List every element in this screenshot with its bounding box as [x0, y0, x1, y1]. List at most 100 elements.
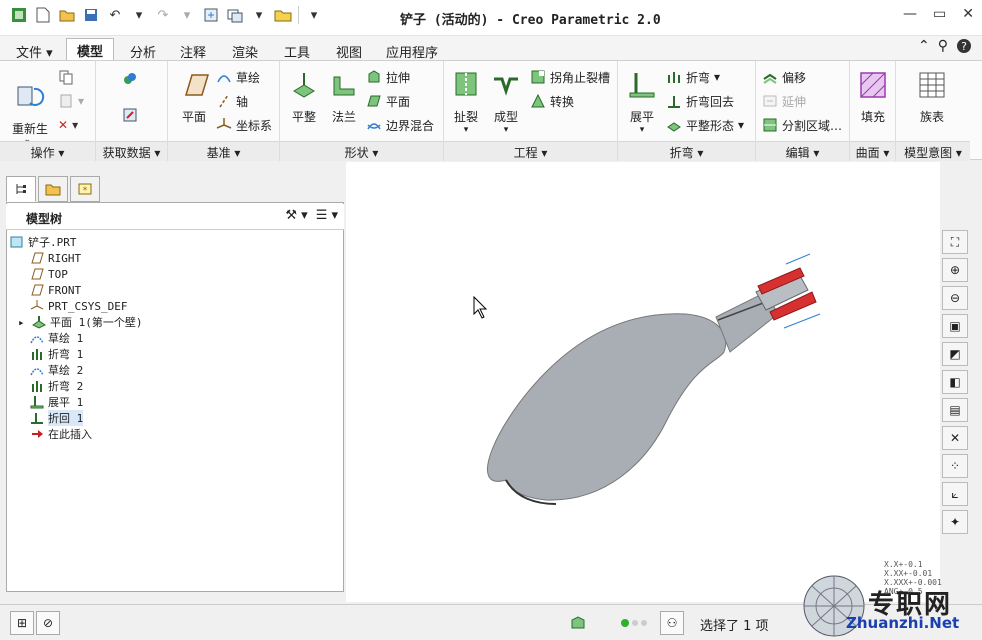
show-icon[interactable]: ☰ ▾ — [316, 208, 338, 223]
group-label-operations[interactable]: 操作 ▾ — [0, 141, 95, 161]
expand-icon[interactable]: ▸ — [18, 316, 28, 329]
family-table-button[interactable]: 族表 — [910, 69, 954, 125]
paste-icon[interactable]: ▾ — [58, 91, 84, 111]
settings-icon[interactable]: ⚒ ▾ — [285, 208, 307, 223]
rip-dropdown-icon[interactable]: ▾ — [444, 125, 488, 135]
bend-back-button[interactable]: 折弯回去 — [666, 91, 734, 111]
display-style-icon[interactable]: ◩ — [942, 342, 968, 366]
group-label-surfaces[interactable]: 曲面 ▾ — [850, 141, 895, 161]
redo-icon[interactable]: ↷ — [154, 6, 172, 24]
delete-icon[interactable]: ✕ ▾ — [58, 115, 78, 135]
csys-display-icon[interactable]: ⟀ — [942, 482, 968, 506]
close-icon[interactable]: ✕ — [962, 6, 974, 22]
group-label-get-data[interactable]: 获取数据 ▾ — [96, 141, 167, 161]
tree-node[interactable]: 展平 1 — [10, 394, 340, 410]
maximize-icon[interactable]: ▭ — [933, 6, 946, 22]
group-label-shapes[interactable]: 形状 ▾ — [280, 141, 443, 161]
zoom-out-icon[interactable]: ⊖ — [942, 286, 968, 310]
tree-node[interactable]: FRONT — [10, 282, 340, 298]
customize-toolbar-icon[interactable]: ▾ — [305, 6, 323, 24]
split-area-button[interactable]: 分割区域… — [762, 115, 842, 135]
copy-icon[interactable] — [58, 67, 74, 87]
tree-node[interactable]: TOP — [10, 266, 340, 282]
view-manager-icon[interactable]: ▤ — [942, 398, 968, 422]
group-label-datum[interactable]: 基准 ▾ — [168, 141, 279, 161]
saved-views-icon[interactable]: ◧ — [942, 370, 968, 394]
app-icon[interactable] — [10, 6, 28, 24]
boundary-blend-button[interactable]: 边界混合 — [366, 115, 434, 135]
minimize-icon[interactable]: — — [903, 6, 917, 22]
group-label-bends[interactable]: 折弯 ▾ — [618, 141, 755, 161]
tree-node[interactable]: 铲子.PRT — [10, 234, 340, 250]
windows-dropdown-icon[interactable]: ▾ — [250, 6, 268, 24]
help-icon[interactable]: ? — [956, 38, 972, 58]
folder-browser-tab[interactable] — [38, 176, 68, 202]
favorites-tab[interactable]: * — [70, 176, 100, 202]
plane-button[interactable]: 平面 — [172, 69, 216, 125]
flat-button[interactable]: 平整 — [282, 69, 326, 125]
graphics-viewport[interactable] — [346, 162, 940, 602]
toggle-browser-icon[interactable]: ⊘ — [36, 611, 60, 635]
corner-relief-button[interactable]: 拐角止裂槽 — [530, 67, 610, 87]
tab-analysis[interactable]: 分析 — [120, 40, 166, 61]
point-display-icon[interactable]: ⁘ — [942, 454, 968, 478]
open-icon[interactable] — [58, 6, 76, 24]
regenerate-icon[interactable] — [202, 6, 220, 24]
new-icon[interactable] — [34, 6, 52, 24]
tree-node[interactable]: 折回 1 — [10, 410, 340, 426]
user-defined-feature-icon[interactable] — [122, 69, 138, 89]
undo-icon[interactable]: ↶ — [106, 6, 124, 24]
csys-button[interactable]: 坐标系 — [216, 115, 272, 135]
bend-button[interactable]: 折弯 ▾ — [666, 67, 720, 87]
form-dropdown-icon[interactable]: ▾ — [484, 125, 528, 135]
unbend-button[interactable]: 展平 ▾ — [620, 69, 664, 135]
tree-node[interactable]: RIGHT — [10, 250, 340, 266]
flange-button[interactable]: 法兰 — [322, 69, 366, 125]
windows-icon[interactable] — [226, 6, 244, 24]
fill-button[interactable]: 填充 — [851, 69, 895, 125]
search-icon[interactable]: ⚲ — [938, 38, 948, 58]
tree-node[interactable]: 在此插入 — [10, 426, 340, 442]
flatten-button[interactable]: 平整形态 ▾ — [666, 115, 744, 135]
tab-render[interactable]: 渲染 — [222, 40, 268, 61]
tab-applications[interactable]: 应用程序 — [376, 40, 448, 61]
plane-display-icon[interactable]: ✕ — [942, 426, 968, 450]
toggle-navigator-icon[interactable]: ⊞ — [10, 611, 34, 635]
extend-button[interactable]: 延伸 — [762, 91, 806, 111]
rip-button[interactable]: 扯裂 ▾ — [444, 69, 488, 135]
group-label-editing[interactable]: 编辑 ▾ — [756, 141, 849, 161]
tree-node[interactable]: 草绘 2 — [10, 362, 340, 378]
save-icon[interactable] — [82, 6, 100, 24]
copy-geometry-icon[interactable] — [122, 105, 138, 125]
tree-node[interactable]: ▸ 平面 1(第一个壁) — [10, 314, 340, 330]
tab-model[interactable]: 模型 — [66, 38, 115, 60]
extrude-button[interactable]: 拉伸 — [366, 67, 410, 87]
close-window-icon[interactable] — [274, 6, 292, 24]
undo-dropdown-icon[interactable]: ▾ — [130, 6, 148, 24]
form-button[interactable]: 成型 ▾ — [484, 69, 528, 135]
offset-button[interactable]: 偏移 — [762, 67, 806, 87]
tab-view[interactable]: 视图 — [326, 40, 372, 61]
tree-node[interactable]: PRT_CSYS_DEF — [10, 298, 340, 314]
group-label-engineering[interactable]: 工程 ▾ — [444, 141, 617, 161]
convert-button[interactable]: 转换 — [530, 91, 574, 111]
sketch-button[interactable]: 草绘 — [216, 67, 260, 87]
tab-tools[interactable]: 工具 — [274, 40, 320, 61]
repaint-icon[interactable]: ▣ — [942, 314, 968, 338]
spin-center-icon[interactable]: ✦ — [942, 510, 968, 534]
refit-icon[interactable]: ⛶ — [942, 230, 968, 254]
tree-node[interactable]: 折弯 1 — [10, 346, 340, 362]
redo-dropdown-icon[interactable]: ▾ — [178, 6, 196, 24]
group-label-model-intent[interactable]: 模型意图 ▾ — [896, 141, 970, 161]
zoom-in-icon[interactable]: ⊕ — [942, 258, 968, 282]
collapse-ribbon-icon[interactable]: ⌃ — [918, 38, 930, 58]
find-icon[interactable]: ⚇ — [660, 611, 684, 635]
planar-button[interactable]: 平面 — [366, 91, 410, 111]
tree-node[interactable]: 草绘 1 — [10, 330, 340, 346]
regen-status-icon[interactable] — [566, 611, 590, 635]
axis-button[interactable]: 轴 — [216, 91, 248, 111]
tree-node[interactable]: 折弯 2 — [10, 378, 340, 394]
model-tree-tab[interactable] — [6, 176, 36, 202]
unbend-dropdown-icon[interactable]: ▾ — [620, 125, 664, 135]
tab-annotate[interactable]: 注释 — [170, 40, 216, 61]
